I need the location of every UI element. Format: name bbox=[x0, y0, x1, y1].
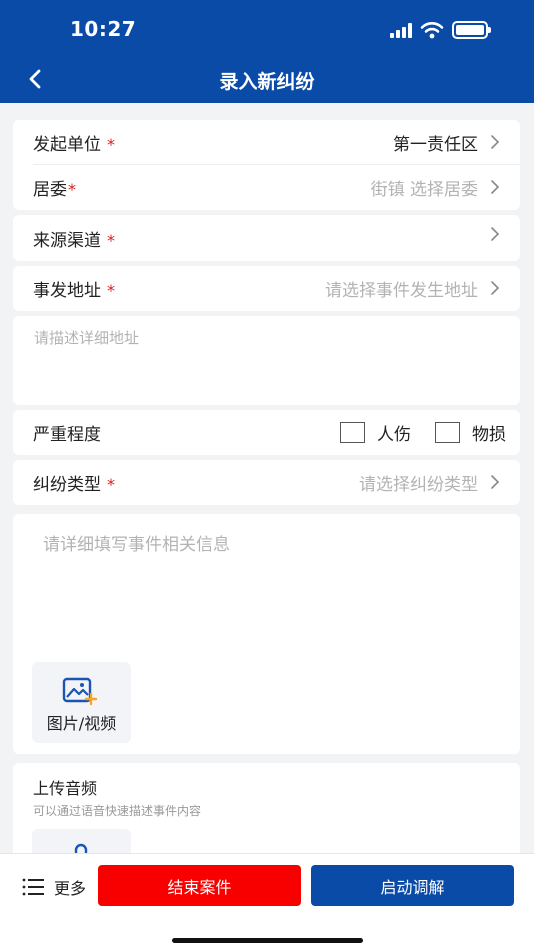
initiator-value-group: 第一责任区 bbox=[393, 130, 500, 155]
damage-checkbox[interactable] bbox=[435, 421, 460, 443]
status-bar: 10:27 bbox=[0, 0, 534, 56]
required-mark: * bbox=[68, 179, 76, 199]
source-card: 来源渠道 * bbox=[13, 215, 520, 261]
chevron-right-icon bbox=[491, 281, 500, 295]
audio-hint: 可以通过语音快速描述事件内容 bbox=[33, 804, 202, 818]
status-icons bbox=[390, 19, 491, 41]
chevron-right-icon bbox=[491, 227, 500, 241]
initiator-row[interactable]: 发起单位 * 第一责任区 bbox=[33, 120, 500, 164]
address-row[interactable]: 事发地址 * 请选择事件发生地址 bbox=[33, 266, 500, 310]
address-label-group: 事发地址 * bbox=[33, 276, 115, 301]
address-label: 事发地址 bbox=[33, 280, 101, 301]
source-label-group: 来源渠道 * bbox=[33, 226, 115, 251]
page-title: 录入新纠纷 bbox=[219, 71, 315, 93]
bottom-action-bar: 更多 结束案件 启动调解 bbox=[0, 853, 534, 950]
injury-checkbox[interactable] bbox=[340, 421, 365, 443]
list-menu-icon bbox=[22, 878, 44, 896]
cellular-signal-icon bbox=[390, 22, 412, 38]
battery-icon bbox=[452, 21, 491, 39]
required-mark: * bbox=[107, 134, 115, 154]
address-value-group: 请选择事件发生地址 bbox=[325, 276, 500, 301]
address-detail-input[interactable]: 请描述详细地址 bbox=[13, 316, 520, 405]
address-card: 事发地址 * 请选择事件发生地址 bbox=[13, 266, 520, 311]
nav-bar: 录入新纠纷 bbox=[0, 56, 534, 103]
more-button[interactable]: 更多 bbox=[22, 874, 86, 900]
more-label: 更多 bbox=[54, 879, 87, 898]
required-mark: * bbox=[107, 230, 115, 250]
dispute-type-placeholder: 请选择纠纷类型 bbox=[359, 474, 478, 495]
address-placeholder: 请选择事件发生地址 bbox=[325, 280, 478, 301]
severity-row: 严重程度 人伤 物损 bbox=[33, 410, 520, 454]
chevron-right-icon bbox=[491, 135, 500, 149]
dispute-type-label: 纠纷类型 bbox=[33, 474, 101, 495]
injury-option-label: 人伤 bbox=[377, 424, 411, 445]
unit-card: 发起单位 * 第一责任区 居委* 街镇 选择居委 bbox=[13, 120, 520, 210]
chevron-right-icon bbox=[491, 475, 500, 489]
address-detail-placeholder: 请描述详细地址 bbox=[34, 329, 140, 347]
dispute-type-card: 纠纷类型 * 请选择纠纷类型 bbox=[13, 460, 520, 505]
initiator-label: 发起单位 bbox=[33, 134, 101, 155]
app-header: 10:27 录入新纠纷 bbox=[0, 0, 534, 103]
severity-options: 人伤 物损 bbox=[340, 420, 520, 445]
chevron-right-icon bbox=[491, 180, 500, 194]
initiator-label-group: 发起单位 * bbox=[33, 130, 115, 155]
dispute-type-value-group: 请选择纠纷类型 bbox=[359, 470, 500, 495]
committee-label-group: 居委* bbox=[33, 175, 76, 200]
audio-title: 上传音频 bbox=[33, 779, 98, 798]
description-card: 请详细填写事件相关信息 图片/视频 bbox=[13, 514, 520, 754]
dispute-type-row[interactable]: 纠纷类型 * 请选择纠纷类型 bbox=[33, 460, 500, 504]
committee-row[interactable]: 居委* 街镇 选择居委 bbox=[33, 165, 500, 209]
committee-value: 街镇 选择居委 bbox=[370, 179, 478, 200]
description-input[interactable]: 请详细填写事件相关信息 bbox=[43, 530, 230, 555]
severity-label: 严重程度 bbox=[33, 424, 101, 445]
severity-card: 严重程度 人伤 物损 bbox=[13, 410, 520, 455]
source-value-group bbox=[478, 226, 500, 242]
required-mark: * bbox=[107, 280, 115, 300]
end-case-button[interactable]: 结束案件 bbox=[98, 865, 301, 906]
source-row[interactable]: 来源渠道 * bbox=[33, 216, 500, 260]
damage-option-label: 物损 bbox=[472, 424, 506, 445]
source-label: 来源渠道 bbox=[33, 230, 101, 251]
committee-value-group: 街镇 选择居委 bbox=[371, 175, 500, 200]
media-upload-label: 图片/视频 bbox=[46, 714, 117, 733]
home-indicator bbox=[172, 938, 363, 943]
status-time: 10:27 bbox=[70, 17, 137, 41]
committee-label: 居委 bbox=[33, 179, 67, 200]
wifi-icon bbox=[420, 22, 444, 39]
dispute-type-label-group: 纠纷类型 * bbox=[33, 470, 115, 495]
initiator-value: 第一责任区 bbox=[393, 134, 478, 155]
media-upload-button[interactable]: 图片/视频 bbox=[32, 662, 131, 743]
required-mark: * bbox=[107, 474, 115, 494]
image-add-icon bbox=[62, 677, 98, 706]
start-mediation-button[interactable]: 启动调解 bbox=[311, 865, 514, 906]
